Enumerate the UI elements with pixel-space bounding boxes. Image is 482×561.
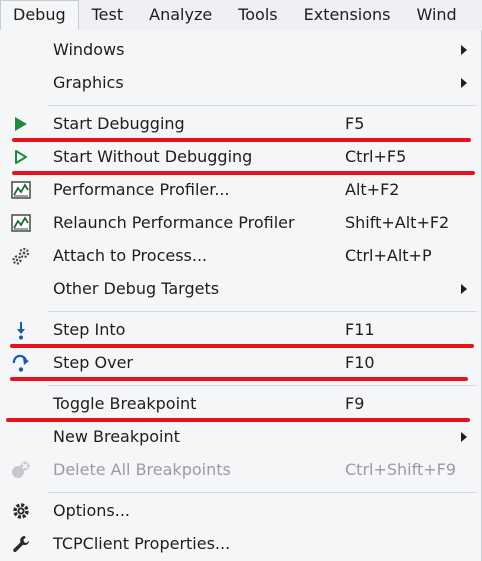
menu-separator [48, 311, 477, 312]
menu-item-shortcut: Ctrl+F5 [345, 147, 407, 166]
menu-item-label: Delete All Breakpoints [53, 460, 231, 479]
menu-item-toggle-breakpoint[interactable]: Toggle Breakpoint F9 [0, 387, 481, 420]
menu-item-shortcut: F9 [345, 394, 365, 413]
menu-item-label: New Breakpoint [53, 427, 180, 446]
debug-dropdown-menu: Windows Graphics Start Debugging F5 Star… [0, 30, 482, 561]
menu-item-start-without-debugging[interactable]: Start Without Debugging Ctrl+F5 [0, 140, 481, 173]
delete-breakpoints-icon [10, 460, 32, 480]
menu-item-graphics[interactable]: Graphics [0, 66, 481, 99]
menu-item-label: Start Debugging [53, 114, 185, 133]
menu-bar: Debug Test Analyze Tools Extensions Wind [0, 0, 482, 31]
menu-item-shortcut: F11 [345, 320, 375, 339]
menu-item-options[interactable]: Options... [0, 494, 481, 527]
menu-item-label: Step Over [53, 353, 133, 372]
menu-extensions[interactable]: Extensions [291, 0, 404, 30]
menu-test[interactable]: Test [79, 0, 137, 30]
menu-item-tcpclient-properties[interactable]: TCPClient Properties... [0, 527, 481, 560]
profiler-chart-icon [10, 180, 32, 200]
menu-separator [48, 105, 477, 106]
menu-tools[interactable]: Tools [225, 0, 290, 30]
menu-item-label: Other Debug Targets [53, 279, 220, 298]
menu-item-shortcut: Shift+Alt+F2 [345, 213, 450, 232]
menu-item-shortcut: Ctrl+Shift+F9 [345, 460, 457, 479]
menu-item-other-debug-targets[interactable]: Other Debug Targets [0, 272, 481, 305]
menu-item-label: Options... [53, 501, 130, 520]
menu-item-label: Step Into [53, 320, 126, 339]
step-into-icon [10, 320, 32, 340]
highlight-underline [10, 377, 468, 381]
menu-separator [48, 385, 477, 386]
menu-item-label: Performance Profiler... [53, 180, 230, 199]
menu-item-label: Toggle Breakpoint [53, 394, 197, 413]
profiler-chart-icon [10, 213, 32, 233]
highlight-underline [6, 418, 470, 422]
step-over-icon [10, 353, 32, 373]
menu-item-label: TCPClient Properties... [53, 534, 231, 553]
menu-item-new-breakpoint[interactable]: New Breakpoint [0, 420, 481, 453]
menu-item-shortcut: Ctrl+Alt+P [345, 246, 432, 265]
menu-item-step-over[interactable]: Step Over F10 [0, 346, 481, 379]
menu-debug[interactable]: Debug [0, 0, 79, 30]
submenu-arrow-icon [461, 432, 467, 442]
menu-item-label: Windows [53, 40, 125, 59]
menu-item-label: Start Without Debugging [53, 147, 253, 166]
menu-window[interactable]: Wind [404, 0, 470, 30]
highlight-underline [12, 138, 471, 142]
menu-item-shortcut: Alt+F2 [345, 180, 400, 199]
wrench-icon [10, 534, 32, 554]
menu-item-label: Attach to Process... [53, 246, 208, 265]
menu-item-start-debugging[interactable]: Start Debugging F5 [0, 107, 481, 140]
menu-item-relaunch-profiler[interactable]: Relaunch Performance Profiler Shift+Alt+… [0, 206, 481, 239]
menu-item-step-into[interactable]: Step Into F11 [0, 313, 481, 346]
menu-item-windows[interactable]: Windows [0, 33, 481, 66]
play-outline-icon [10, 147, 32, 167]
highlight-underline [12, 171, 475, 175]
submenu-arrow-icon [461, 284, 467, 294]
highlight-underline [10, 344, 474, 348]
gear-icon [10, 501, 32, 521]
menu-item-label: Graphics [53, 73, 124, 92]
menu-analyze[interactable]: Analyze [136, 0, 225, 30]
submenu-arrow-icon [461, 78, 467, 88]
submenu-arrow-icon [461, 45, 467, 55]
play-solid-icon [10, 114, 32, 134]
menu-item-label: Relaunch Performance Profiler [53, 213, 295, 232]
menu-item-shortcut: F10 [345, 353, 375, 372]
gears-icon [10, 246, 32, 266]
menu-item-delete-all-breakpoints[interactable]: Delete All Breakpoints Ctrl+Shift+F9 [0, 453, 481, 486]
menu-item-shortcut: F5 [345, 114, 365, 133]
menu-item-attach-to-process[interactable]: Attach to Process... Ctrl+Alt+P [0, 239, 481, 272]
menu-separator [48, 492, 477, 493]
menu-item-performance-profiler[interactable]: Performance Profiler... Alt+F2 [0, 173, 481, 206]
